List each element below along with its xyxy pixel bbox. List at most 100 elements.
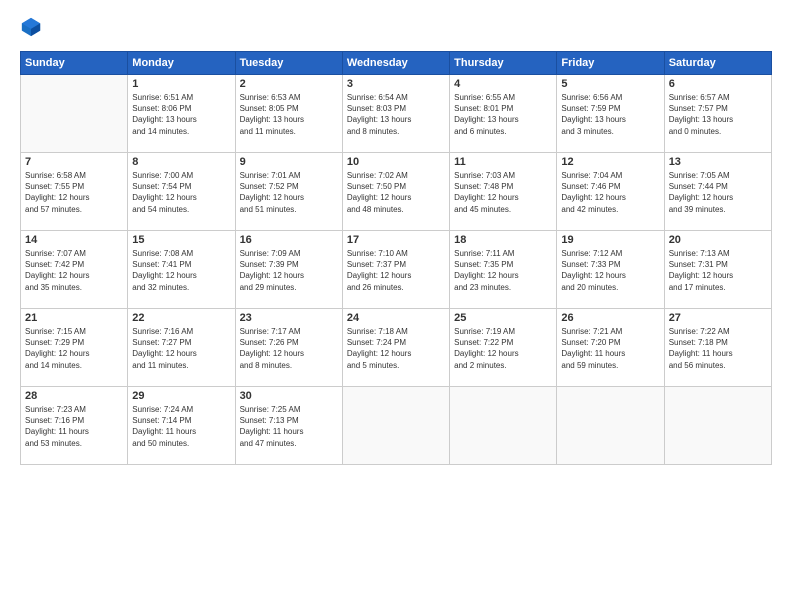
calendar-week: 14 Sunrise: 7:07 AM Sunset: 7:42 PM Dayli…	[21, 231, 772, 309]
day-number: 10	[347, 156, 445, 168]
day-info: Sunrise: 7:04 AM Sunset: 7:46 PM Dayligh…	[561, 170, 659, 215]
calendar-body: 1 Sunrise: 6:51 AM Sunset: 8:06 PM Daylig…	[21, 75, 772, 465]
day-number: 7	[25, 156, 123, 168]
day-number: 26	[561, 312, 659, 324]
calendar-cell	[342, 387, 449, 465]
day-number: 17	[347, 234, 445, 246]
calendar-header: SundayMondayTuesdayWednesdayThursdayFrid…	[21, 52, 772, 75]
calendar-cell: 23Sunrise: 7:17 AM Sunset: 7:26 PM Dayli…	[235, 309, 342, 387]
calendar-cell: 26 Sunrise: 7:21 AM Sunset: 7:20 PM Dayli…	[557, 309, 664, 387]
day-info: Sunrise: 7:13 AM Sunset: 7:31 PM Dayligh…	[669, 248, 767, 293]
calendar-cell: 14 Sunrise: 7:07 AM Sunset: 7:42 PM Dayli…	[21, 231, 128, 309]
day-info: Sunrise: 7:03 AM Sunset: 7:48 PM Dayligh…	[454, 170, 552, 215]
day-number: 2	[240, 78, 338, 90]
day-number: 15	[132, 234, 230, 246]
day-number: 4	[454, 78, 552, 90]
calendar-cell: 16 Sunrise: 7:09 AM Sunset: 7:39 PM Dayli…	[235, 231, 342, 309]
calendar-cell: 8 Sunrise: 7:00 AM Sunset: 7:54 PM Daylig…	[128, 153, 235, 231]
calendar-cell: 28 Sunrise: 7:23 AM Sunset: 7:16 PM Dayli…	[21, 387, 128, 465]
day-info: Sunrise: 6:54 AM Sunset: 8:03 PM Dayligh…	[347, 92, 445, 137]
day-header: Sunday	[21, 52, 128, 75]
day-info: Sunrise: 7:25 AM Sunset: 7:13 PM Dayligh…	[240, 404, 338, 449]
day-info: Sunrise: 7:02 AM Sunset: 7:50 PM Dayligh…	[347, 170, 445, 215]
calendar-cell: 18Sunrise: 7:11 AM Sunset: 7:35 PM Dayli…	[450, 231, 557, 309]
calendar-cell: 10 Sunrise: 7:02 AM Sunset: 7:50 PM Dayli…	[342, 153, 449, 231]
day-number: 8	[132, 156, 230, 168]
day-info: Sunrise: 7:12 AM Sunset: 7:33 PM Dayligh…	[561, 248, 659, 293]
calendar-cell: 29 Sunrise: 7:24 AM Sunset: 7:14 PM Dayli…	[128, 387, 235, 465]
day-info: Sunrise: 7:24 AM Sunset: 7:14 PM Dayligh…	[132, 404, 230, 449]
day-number: 24	[347, 312, 445, 324]
day-info: Sunrise: 7:00 AM Sunset: 7:54 PM Dayligh…	[132, 170, 230, 215]
calendar-cell: 20 Sunrise: 7:13 AM Sunset: 7:31 PM Dayli…	[664, 231, 771, 309]
day-info: Sunrise: 7:23 AM Sunset: 7:16 PM Dayligh…	[25, 404, 123, 449]
calendar-week: 1 Sunrise: 6:51 AM Sunset: 8:06 PM Daylig…	[21, 75, 772, 153]
calendar-week: 7 Sunrise: 6:58 AM Sunset: 7:55 PM Daylig…	[21, 153, 772, 231]
calendar-cell: 22Sunrise: 7:16 AM Sunset: 7:27 PM Dayli…	[128, 309, 235, 387]
calendar-cell: 15 Sunrise: 7:08 AM Sunset: 7:41 PM Dayli…	[128, 231, 235, 309]
calendar-cell: 4 Sunrise: 6:55 AM Sunset: 8:01 PM Daylig…	[450, 75, 557, 153]
day-info: Sunrise: 7:10 AM Sunset: 7:37 PM Dayligh…	[347, 248, 445, 293]
day-number: 23	[240, 312, 338, 324]
logo	[20, 16, 44, 43]
calendar-cell: 1 Sunrise: 6:51 AM Sunset: 8:06 PM Daylig…	[128, 75, 235, 153]
day-info: Sunrise: 7:05 AM Sunset: 7:44 PM Dayligh…	[669, 170, 767, 215]
calendar-cell: 7 Sunrise: 6:58 AM Sunset: 7:55 PM Daylig…	[21, 153, 128, 231]
day-info: Sunrise: 6:51 AM Sunset: 8:06 PM Dayligh…	[132, 92, 230, 137]
day-info: Sunrise: 7:21 AM Sunset: 7:20 PM Dayligh…	[561, 326, 659, 371]
day-number: 13	[669, 156, 767, 168]
day-number: 5	[561, 78, 659, 90]
header	[20, 16, 772, 43]
day-info: Sunrise: 6:55 AM Sunset: 8:01 PM Dayligh…	[454, 92, 552, 137]
day-info: Sunrise: 7:22 AM Sunset: 7:18 PM Dayligh…	[669, 326, 767, 371]
day-number: 12	[561, 156, 659, 168]
calendar-week: 21 Sunrise: 7:15 AM Sunset: 7:29 PM Dayli…	[21, 309, 772, 387]
calendar-cell: 5Sunrise: 6:56 AM Sunset: 7:59 PM Daylig…	[557, 75, 664, 153]
calendar-cell: 13 Sunrise: 7:05 AM Sunset: 7:44 PM Dayli…	[664, 153, 771, 231]
day-info: Sunrise: 7:16 AM Sunset: 7:27 PM Dayligh…	[132, 326, 230, 371]
calendar-cell: 3Sunrise: 6:54 AM Sunset: 8:03 PM Daylig…	[342, 75, 449, 153]
day-number: 29	[132, 390, 230, 402]
day-info: Sunrise: 7:07 AM Sunset: 7:42 PM Dayligh…	[25, 248, 123, 293]
day-number: 14	[25, 234, 123, 246]
calendar-week: 28 Sunrise: 7:23 AM Sunset: 7:16 PM Dayli…	[21, 387, 772, 465]
calendar-cell: 19Sunrise: 7:12 AM Sunset: 7:33 PM Dayli…	[557, 231, 664, 309]
page: SundayMondayTuesdayWednesdayThursdayFrid…	[0, 0, 792, 612]
day-number: 20	[669, 234, 767, 246]
day-info: Sunrise: 6:58 AM Sunset: 7:55 PM Dayligh…	[25, 170, 123, 215]
calendar-cell: 6 Sunrise: 6:57 AM Sunset: 7:57 PM Daylig…	[664, 75, 771, 153]
day-info: Sunrise: 7:15 AM Sunset: 7:29 PM Dayligh…	[25, 326, 123, 371]
day-number: 16	[240, 234, 338, 246]
calendar-cell: 12 Sunrise: 7:04 AM Sunset: 7:46 PM Dayli…	[557, 153, 664, 231]
day-number: 9	[240, 156, 338, 168]
day-info: Sunrise: 7:18 AM Sunset: 7:24 PM Dayligh…	[347, 326, 445, 371]
calendar-cell	[21, 75, 128, 153]
calendar-cell: 27Sunrise: 7:22 AM Sunset: 7:18 PM Dayli…	[664, 309, 771, 387]
calendar-cell: 21 Sunrise: 7:15 AM Sunset: 7:29 PM Dayli…	[21, 309, 128, 387]
calendar-cell: 30Sunrise: 7:25 AM Sunset: 7:13 PM Dayli…	[235, 387, 342, 465]
day-number: 1	[132, 78, 230, 90]
calendar-cell	[450, 387, 557, 465]
logo-icon	[20, 16, 42, 43]
calendar-cell	[664, 387, 771, 465]
day-number: 6	[669, 78, 767, 90]
day-header: Friday	[557, 52, 664, 75]
day-header: Wednesday	[342, 52, 449, 75]
day-header: Tuesday	[235, 52, 342, 75]
day-info: Sunrise: 7:08 AM Sunset: 7:41 PM Dayligh…	[132, 248, 230, 293]
day-number: 21	[25, 312, 123, 324]
day-info: Sunrise: 7:09 AM Sunset: 7:39 PM Dayligh…	[240, 248, 338, 293]
day-header: Thursday	[450, 52, 557, 75]
day-number: 11	[454, 156, 552, 168]
day-number: 28	[25, 390, 123, 402]
calendar-cell: 11 Sunrise: 7:03 AM Sunset: 7:48 PM Dayli…	[450, 153, 557, 231]
day-info: Sunrise: 7:01 AM Sunset: 7:52 PM Dayligh…	[240, 170, 338, 215]
day-info: Sunrise: 6:57 AM Sunset: 7:57 PM Dayligh…	[669, 92, 767, 137]
calendar-cell	[557, 387, 664, 465]
day-info: Sunrise: 7:19 AM Sunset: 7:22 PM Dayligh…	[454, 326, 552, 371]
day-info: Sunrise: 6:53 AM Sunset: 8:05 PM Dayligh…	[240, 92, 338, 137]
day-header: Saturday	[664, 52, 771, 75]
calendar: SundayMondayTuesdayWednesdayThursdayFrid…	[20, 51, 772, 465]
calendar-cell: 17 Sunrise: 7:10 AM Sunset: 7:37 PM Dayli…	[342, 231, 449, 309]
day-header: Monday	[128, 52, 235, 75]
